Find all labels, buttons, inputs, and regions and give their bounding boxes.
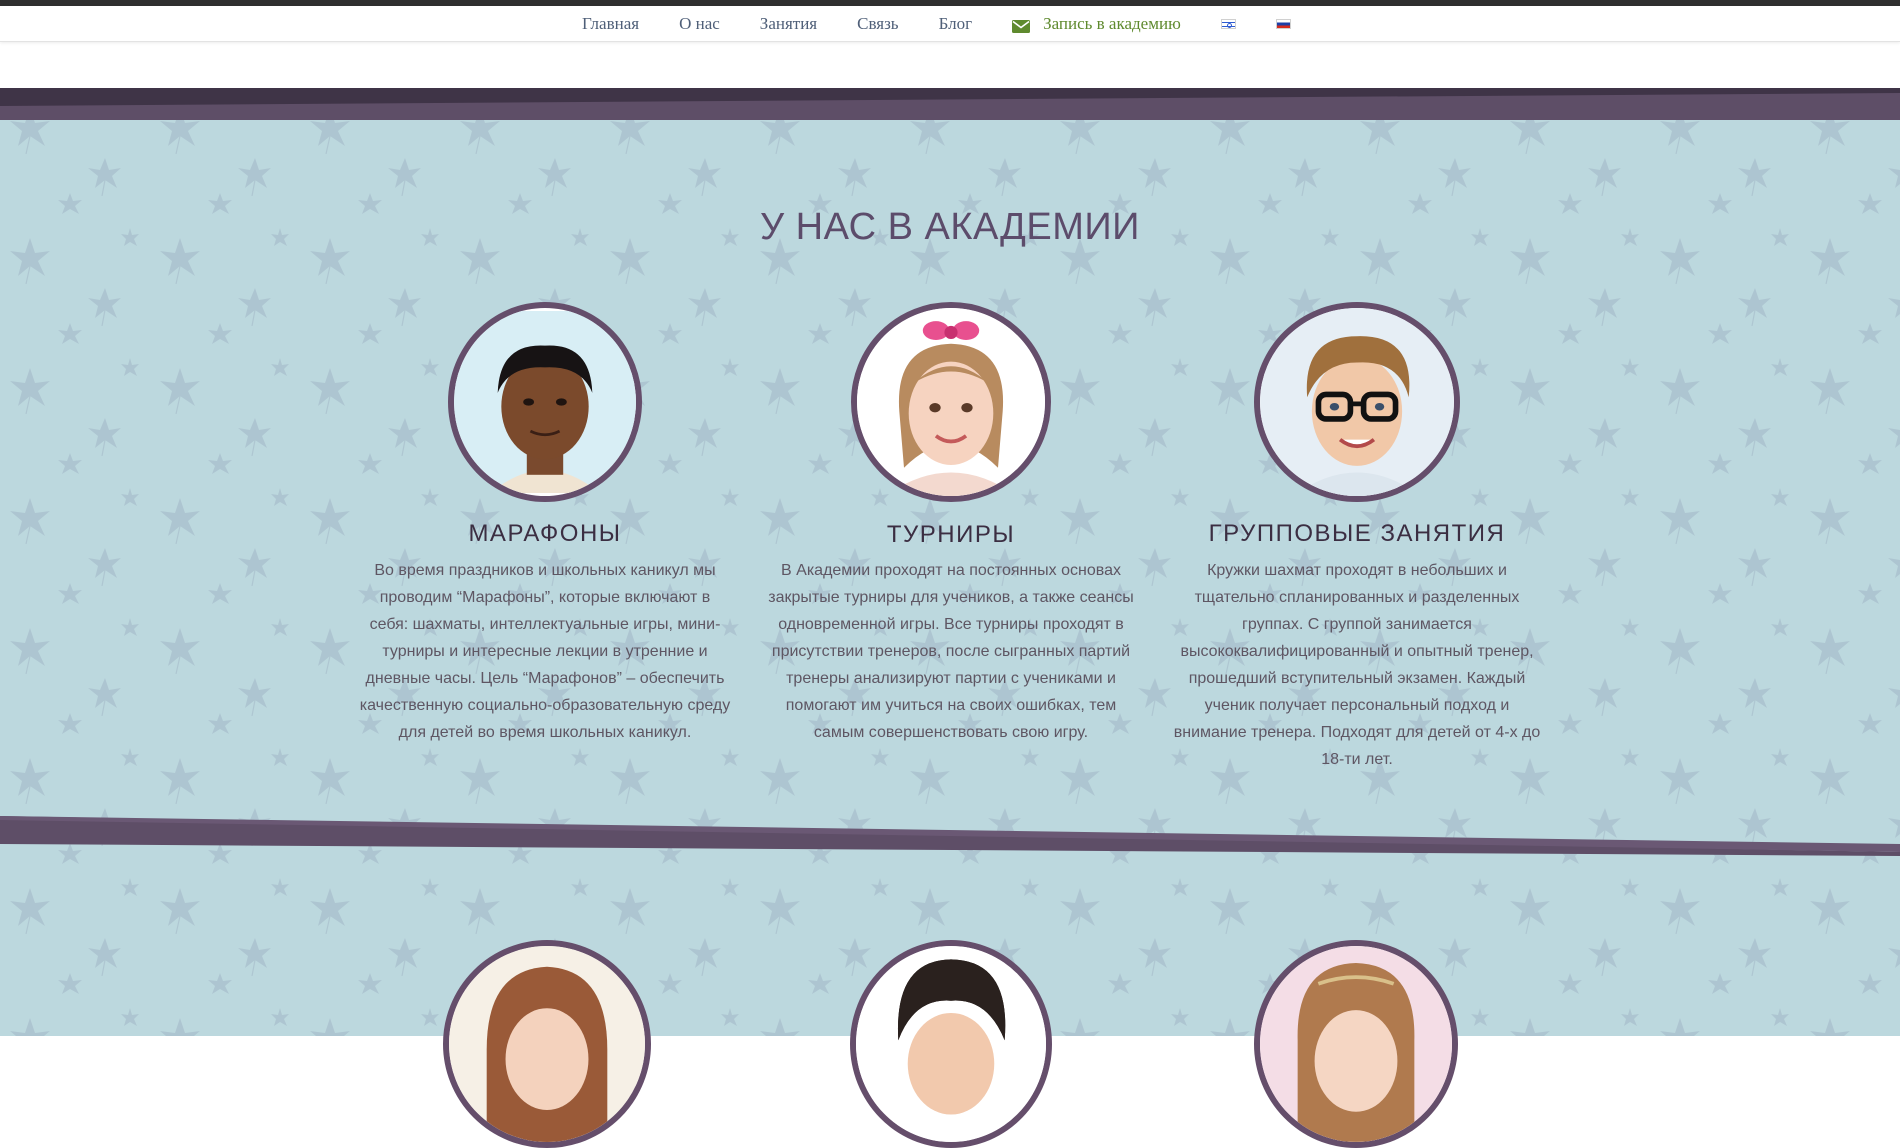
- child-photo-avatar-partial: [1254, 940, 1458, 1148]
- card-text-tournaments: В Академии проходят на постоянных основа…: [768, 562, 1134, 741]
- nav-item-classes[interactable]: Занятия: [760, 14, 817, 34]
- language-hebrew-flag-icon[interactable]: [1220, 19, 1236, 29]
- boy-with-glasses-portrait-icon: [1260, 308, 1454, 496]
- card-text-marathons: Во время праздников и школьных каникул м…: [359, 562, 731, 741]
- nav-item-enroll[interactable]: Запись в академию: [1012, 14, 1181, 34]
- language-russian-flag-icon[interactable]: [1275, 19, 1291, 29]
- bottom-section-divider: [0, 816, 1900, 856]
- main-navigation: Главная О нас Занятия Связь Блог Запись …: [0, 6, 1900, 42]
- top-section-divider: [0, 88, 1900, 120]
- nav-item-blog[interactable]: Блог: [939, 14, 973, 34]
- child-photo-avatar: [1254, 302, 1460, 502]
- boy-portrait-icon: [856, 946, 1046, 1142]
- envelope-icon: [1012, 18, 1031, 33]
- card-title-marathons: МАРАФОНЫ: [468, 520, 622, 547]
- card-title-tournaments: ТУРНИРЫ: [886, 521, 1016, 548]
- child-photo-avatar-partial: [443, 940, 651, 1148]
- nav-menu: Главная О нас Занятия Связь Блог Запись …: [582, 6, 1331, 42]
- girl-portrait-icon: [857, 308, 1045, 496]
- child-photo-avatar-partial: [850, 940, 1052, 1148]
- girl-portrait-icon: [449, 946, 645, 1142]
- child-photo-avatar: [851, 302, 1051, 502]
- boy-portrait-icon: [454, 311, 636, 493]
- card-text-group-classes: Кружки шахмат проходят в небольших и тща…: [1173, 562, 1541, 768]
- card-title-group-classes: ГРУППОВЫЕ ЗАНЯТИЯ: [1208, 520, 1506, 547]
- nav-item-about[interactable]: О нас: [679, 14, 720, 34]
- nav-item-home[interactable]: Главная: [582, 14, 639, 34]
- nav-item-contact[interactable]: Связь: [857, 14, 898, 34]
- girl-portrait-icon: [1260, 946, 1452, 1142]
- child-photo-avatar: [448, 302, 642, 502]
- enroll-label: Запись в академию: [1043, 14, 1181, 33]
- section-title: У НАС В АКАДЕМИИ: [759, 206, 1140, 248]
